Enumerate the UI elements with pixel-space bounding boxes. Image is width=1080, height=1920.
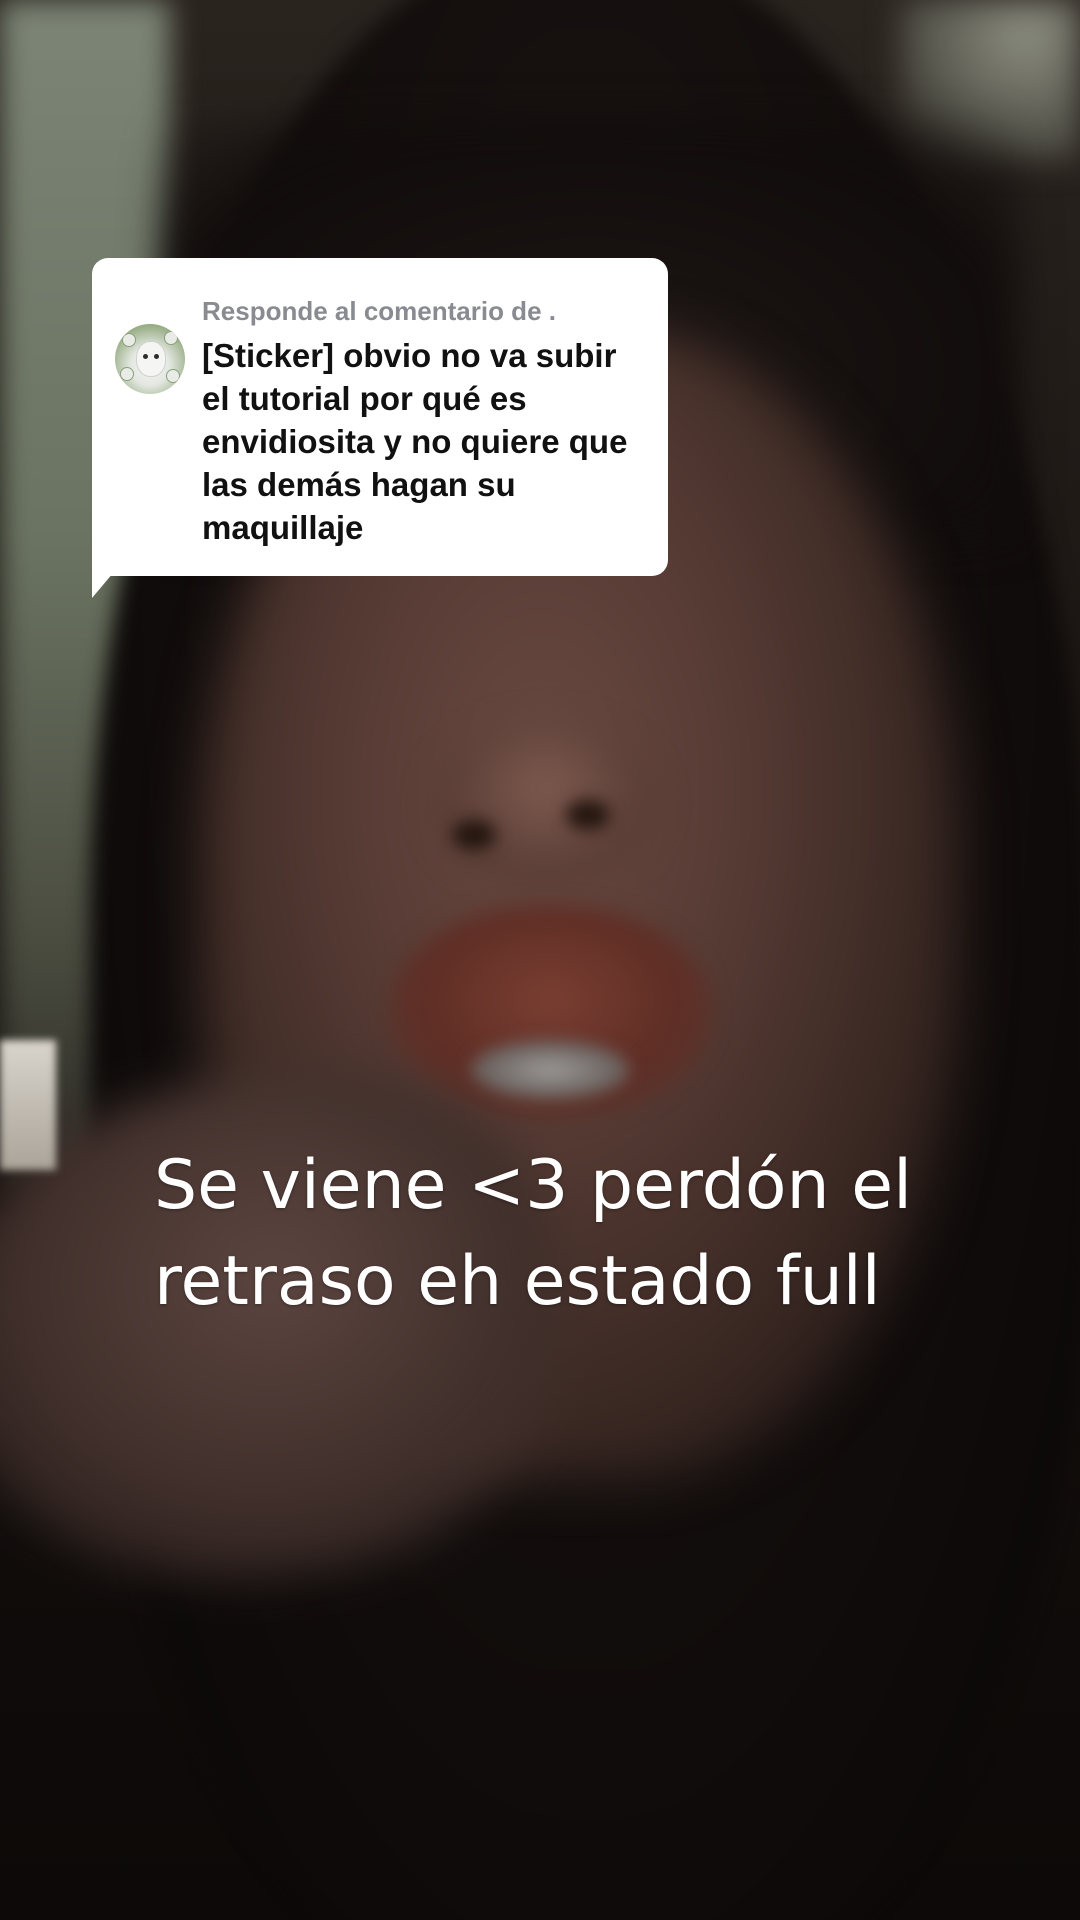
subject-nostril-left	[452, 820, 496, 850]
cat-mini-icon	[121, 368, 133, 380]
video-frame[interactable]: Responde al comentario de . [Sticker] ob…	[0, 0, 1080, 1920]
subject-nose	[430, 720, 660, 890]
reply-header: Responde al comentario de .	[202, 296, 556, 326]
caption-line-1: Se viene <3 perdón el	[154, 1146, 912, 1225]
cat-face-icon	[137, 342, 165, 376]
caption-line-2: retraso eh estado full	[154, 1242, 881, 1321]
cat-mini-icon	[123, 334, 135, 346]
cat-sticker-avatar-icon[interactable]	[115, 324, 185, 394]
reply-comment-text: [Sticker] obvio no va subir el tutorial …	[202, 337, 628, 546]
video-caption: Se viene <3 perdón el retraso eh estado …	[154, 1138, 1034, 1330]
reply-bubble-tail	[92, 560, 124, 598]
subject-teeth	[470, 1040, 630, 1100]
cat-eye	[143, 354, 148, 359]
subject-nostril-right	[566, 800, 610, 830]
background-shelf	[0, 1040, 56, 1170]
reply-comment-bubble[interactable]: Responde al comentario de . [Sticker] ob…	[92, 258, 668, 576]
cat-mini-icon	[165, 332, 177, 344]
cat-eye	[154, 354, 159, 359]
cat-mini-icon	[167, 370, 179, 382]
